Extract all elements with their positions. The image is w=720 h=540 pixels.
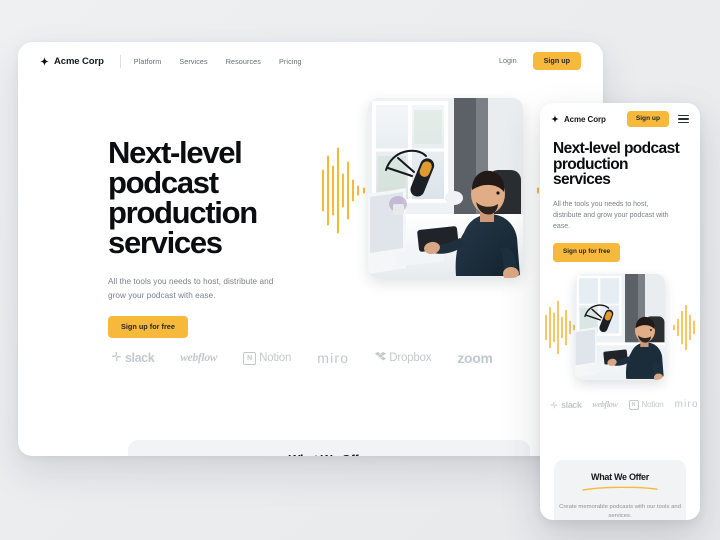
sparkle-icon: [40, 56, 49, 66]
mobile-brand-name: Acme Corp: [564, 114, 606, 124]
nav-item-resources[interactable]: Resources: [226, 57, 261, 66]
mobile-logo-strip: slack webflow N Notion miro: [540, 396, 700, 414]
nav-divider: [119, 54, 121, 68]
sparkle-icon: [551, 114, 560, 124]
mobile-signup-for-free-button[interactable]: Sign up for free: [553, 243, 621, 262]
desktop-hero-copy: Next-level podcast production services A…: [108, 135, 308, 338]
hero-photo: [368, 98, 523, 278]
logo-miro: miro: [674, 399, 699, 411]
logo-webflow: webflow: [180, 352, 218, 364]
mobile-mockup: Acme Corp Sign up Next-level podcast pro…: [540, 103, 700, 520]
logo-label-slack: slack: [125, 351, 155, 365]
offer-underline-icon: [582, 483, 658, 493]
mobile-hero-copy: Next-level podcast production services A…: [540, 135, 700, 262]
mobile-hero-subcopy: All the tools you needs to host, distrib…: [553, 200, 669, 231]
nav-item-pricing[interactable]: Pricing: [279, 57, 302, 66]
login-link[interactable]: Login: [499, 56, 517, 65]
mockup-stage: Acme Corp Platform Services Resources Pr…: [0, 0, 720, 540]
mobile-offer-subtitle: Create memorable podcasts with our tools…: [559, 504, 681, 520]
hero-subcopy: All the tools you needs to host, distrib…: [108, 277, 274, 300]
desktop-nav-actions: Login Sign up: [499, 52, 581, 70]
mobile-offer-section: What We Offer Create memorable podcasts …: [554, 460, 686, 520]
mobile-hero-media: [540, 273, 700, 386]
desktop-mockup: Acme Corp Platform Services Resources Pr…: [18, 42, 603, 456]
mobile-hero-photo: [575, 273, 665, 380]
slack-icon: [111, 349, 122, 367]
logo-slack: slack: [111, 349, 155, 367]
notion-icon: N: [628, 399, 639, 410]
offer-title: What We Offer: [273, 453, 385, 456]
mobile-nav-actions: Sign up: [626, 111, 689, 127]
logo-label-dropbox: Dropbox: [389, 352, 432, 364]
logo-notion: N Notion: [628, 399, 664, 410]
notion-icon: N: [243, 351, 257, 365]
brand-name: Acme Corp: [54, 55, 104, 67]
logo-zoom: zoom: [457, 350, 493, 366]
desktop-navbar: Acme Corp Platform Services Resources Pr…: [18, 42, 603, 80]
slack-icon: [550, 396, 558, 414]
hero-headline: Next-level podcast production services: [108, 135, 258, 261]
nav-item-services[interactable]: Services: [179, 57, 207, 66]
logo-dropbox: Dropbox: [375, 349, 432, 367]
hamburger-menu-icon[interactable]: [678, 114, 689, 124]
desktop-offer-section: What We Offer Create memorable podcasts …: [128, 440, 530, 456]
logo-notion: N Notion: [243, 351, 292, 365]
logo-slack: slack: [550, 396, 582, 414]
signup-for-free-button[interactable]: Sign up for free: [108, 316, 188, 338]
mobile-brand-logo[interactable]: Acme Corp: [551, 114, 606, 124]
mobile-offer-title: What We Offer: [582, 472, 658, 493]
dropbox-icon: [375, 349, 387, 367]
desktop-hero-section: Next-level podcast production services A…: [18, 80, 603, 370]
logo-label-notion: Notion: [259, 352, 292, 364]
desktop-hero-media: [320, 98, 575, 288]
logo-webflow: webflow: [592, 400, 618, 410]
desktop-nav-links: Platform Services Resources Pricing: [134, 57, 302, 66]
mobile-navbar: Acme Corp Sign up: [540, 103, 700, 135]
offer-title-text: What We Offer: [289, 453, 370, 456]
waveform-left-icon: [544, 299, 576, 360]
mobile-offer-title-text: What We Offer: [591, 472, 649, 482]
brand-logo[interactable]: Acme Corp: [40, 56, 104, 67]
signup-button[interactable]: Sign up: [532, 52, 581, 70]
desktop-logo-strip: slack webflow N Notion miro Dropbox zoom: [18, 342, 603, 374]
mobile-signup-button[interactable]: Sign up: [626, 111, 669, 127]
logo-miro: miro: [317, 350, 350, 366]
logo-label-notion: Notion: [641, 400, 664, 410]
logo-label-slack: slack: [561, 399, 582, 410]
mobile-hero-headline: Next-level podcast production services: [553, 140, 680, 188]
nav-item-platform[interactable]: Platform: [134, 57, 162, 66]
waveform-right-icon: [672, 303, 698, 356]
